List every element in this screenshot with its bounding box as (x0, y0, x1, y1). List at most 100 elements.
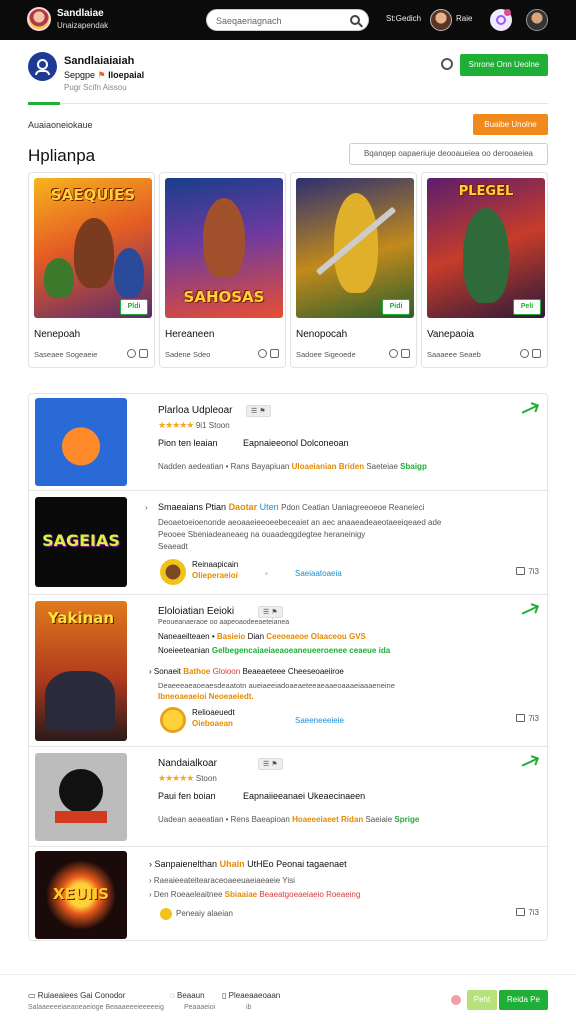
card-stat: Saaaeee Seaeb (427, 350, 481, 359)
item-desc: Ibneoaeaeioi Neoeaeiedt. (158, 692, 254, 701)
list-item[interactable]: SAGEIAS › Smaeaians Ptian Daotar Uten Pd… (29, 491, 549, 595)
bookmark-icon[interactable] (532, 349, 541, 358)
footer-link[interactable]: Ruiaeaiees (38, 991, 78, 1000)
item-title[interactable]: Eloloiatian Eeioki (158, 606, 234, 617)
game-card[interactable]: SAHOSAS Hereaneen Sadene Sdeo (159, 172, 286, 368)
game-thumbnail: Yakinan (35, 601, 127, 741)
save-counter[interactable]: 7i3 (516, 908, 539, 917)
footer-link[interactable]: Pleaeaaeoaan (229, 991, 281, 1000)
profile-avatar[interactable] (526, 9, 548, 31)
rating-text: 9i1 Stoon (195, 421, 230, 430)
primary-footer-button[interactable]: Reida Pe (499, 990, 548, 1010)
hero-figure (203, 198, 245, 278)
thumbnail-logo: Yakinan (47, 609, 115, 627)
bookmark-icon[interactable] (139, 349, 148, 358)
bookmark-icon[interactable] (270, 349, 279, 358)
bookmark-icon[interactable] (401, 349, 410, 358)
search-input[interactable]: Saeqaeriagnach (206, 9, 369, 31)
author-avatar[interactable] (160, 707, 186, 733)
hero-figure (45, 671, 115, 731)
item-title[interactable]: Plarloa Udpleoar (158, 405, 233, 416)
section-label: Auaiaoneiokaue (28, 120, 93, 130)
filter-input[interactable]: Bqanqep oapaeriuje deooaueiea oo derooae… (349, 143, 548, 165)
list-item[interactable]: Plarloa Udpleoar ☰ ⚑ ★★★★★ 9i1 Stoon Pio… (29, 394, 549, 491)
list-item[interactable]: Nandaialkoar ☰ ⚑ ★★★★★ Stoon Paui fen bo… (29, 747, 549, 847)
subtitle-name: Iloepaial (108, 70, 145, 80)
emblem-banner (55, 811, 107, 823)
author-name[interactable]: Reinaapicain (192, 560, 238, 569)
hero-figure (74, 218, 114, 288)
search-icon[interactable] (441, 58, 453, 70)
search-icon[interactable] (389, 349, 398, 358)
dot-icon: ◦ (265, 569, 268, 578)
footer-subtext: ib (246, 1004, 252, 1011)
active-tab-indicator (28, 102, 60, 105)
footer-link[interactable]: Gai Conodor (80, 991, 125, 1000)
footer-link[interactable]: Beaaun (177, 991, 205, 1000)
page-meta: Pugr Scifn Aissou (64, 83, 127, 92)
status-text: St:Gedich (386, 14, 422, 23)
trending-arrow-icon[interactable] (521, 758, 541, 774)
light-button[interactable]: Peht (467, 990, 497, 1010)
item-link[interactable]: Saeeneeeieie (295, 716, 344, 725)
search-icon[interactable] (350, 15, 360, 25)
card-art: PLEGEL (427, 178, 545, 318)
list-item[interactable]: XEUIIS › Sanpaienelthan Uhain UtHEo Peon… (29, 847, 549, 942)
share-icon[interactable] (258, 349, 267, 358)
page-header: Sandlaiaiaiah Sepgpe ⚑ Iloepaial Pugr Sc… (28, 52, 548, 102)
author-name[interactable]: Relioaeuedt (192, 708, 235, 717)
share-icon[interactable] (520, 349, 529, 358)
image-icon (516, 567, 526, 575)
footer-subtext: Peaaaeioi (184, 1004, 216, 1011)
user-avatar[interactable] (430, 9, 452, 31)
author-avatar[interactable] (160, 559, 186, 585)
game-list: Plarloa Udpleoar ☰ ⚑ ★★★★★ 9i1 Stoon Pio… (28, 393, 549, 942)
brand-avatar[interactable] (27, 7, 51, 31)
item-tag: ☰ ⚑ (246, 405, 271, 417)
item-link[interactable]: Saeiaatoaeia (295, 569, 342, 578)
user-icon (28, 52, 57, 81)
card-art: SAEQUIES (34, 178, 152, 318)
item-title[interactable]: Smaeaians Ptian (158, 502, 226, 512)
trending-arrow-icon[interactable] (521, 405, 541, 421)
search-icon[interactable] (127, 349, 136, 358)
tab-underline (28, 102, 548, 105)
emblem-icon (59, 769, 103, 813)
game-card[interactable]: SAEQUIES Pldi Nenepoah Saseaee Sogeaeie (28, 172, 155, 368)
item-title[interactable]: Nandaialkoar (158, 758, 217, 769)
page-title: Sandlaiaiaiah (64, 55, 135, 67)
secondary-button[interactable]: Buaibe Unolne (473, 114, 548, 135)
image-icon (516, 908, 526, 916)
item-meta: Nadden aedeatian • Rans Bayapiuan Uloaei… (158, 462, 427, 471)
author-name[interactable]: Peneaiy alaeian (176, 909, 233, 918)
primary-cta-button[interactable]: Snrone Onn Ueolne (460, 54, 548, 76)
game-thumbnail (35, 398, 127, 486)
game-card[interactable]: Pidi Nenopocah Sadoee Sigeoede (290, 172, 417, 368)
notification-button[interactable] (490, 9, 512, 31)
heart-icon[interactable] (451, 995, 461, 1005)
card-stat: Sadene Sdeo (165, 350, 211, 359)
search-placeholder: Saeqaeriagnach (216, 16, 282, 26)
subtitle-prefix: Sepgpe (64, 70, 96, 80)
rating-stars: ★★★★★ (158, 420, 194, 430)
card-name: Hereaneen (165, 329, 215, 340)
item-desc: Deaeeeaeaoeaesdeaatotn aueiaeeiadoaeaete… (158, 681, 395, 690)
save-counter[interactable]: 7i3 (516, 714, 539, 723)
list-item[interactable]: Yakinan Eloloiatian Eeioki ☰ ⚑ Peoueanae… (29, 595, 549, 747)
item-tag: ☰ ⚑ (258, 758, 283, 770)
notification-dot (504, 9, 511, 16)
card-stat: Saseaee Sogeaeie (34, 350, 98, 359)
item-desc: Deoaetoeioenonde aeoaaeieeoeebeceaiet an… (158, 518, 442, 527)
user-name[interactable]: Raie (456, 14, 472, 23)
featured-cards: SAEQUIES Pldi Nenepoah Saseaee Sogeaeie … (28, 172, 548, 368)
brand-subtitle: Unaizapendak (57, 21, 109, 30)
game-card[interactable]: PLEGEL Peli Vanepaoia Saaaeee Seaeb (421, 172, 548, 368)
item-title[interactable]: Sanpaienelthan (155, 859, 218, 869)
footer: ▭ Ruiaeaiees Gai Conodor Salaaeeeeiaeaoe… (0, 974, 576, 1024)
item-line: Eapnaieeonol Dolconeoan (243, 438, 349, 448)
item-desc: Seaeadt (158, 542, 188, 551)
save-counter[interactable]: 7i3 (516, 567, 539, 576)
trending-arrow-icon[interactable] (521, 606, 541, 622)
rating-stars: ★★★★★ (158, 773, 194, 783)
brand-name[interactable]: Sandlaiae (57, 9, 104, 19)
